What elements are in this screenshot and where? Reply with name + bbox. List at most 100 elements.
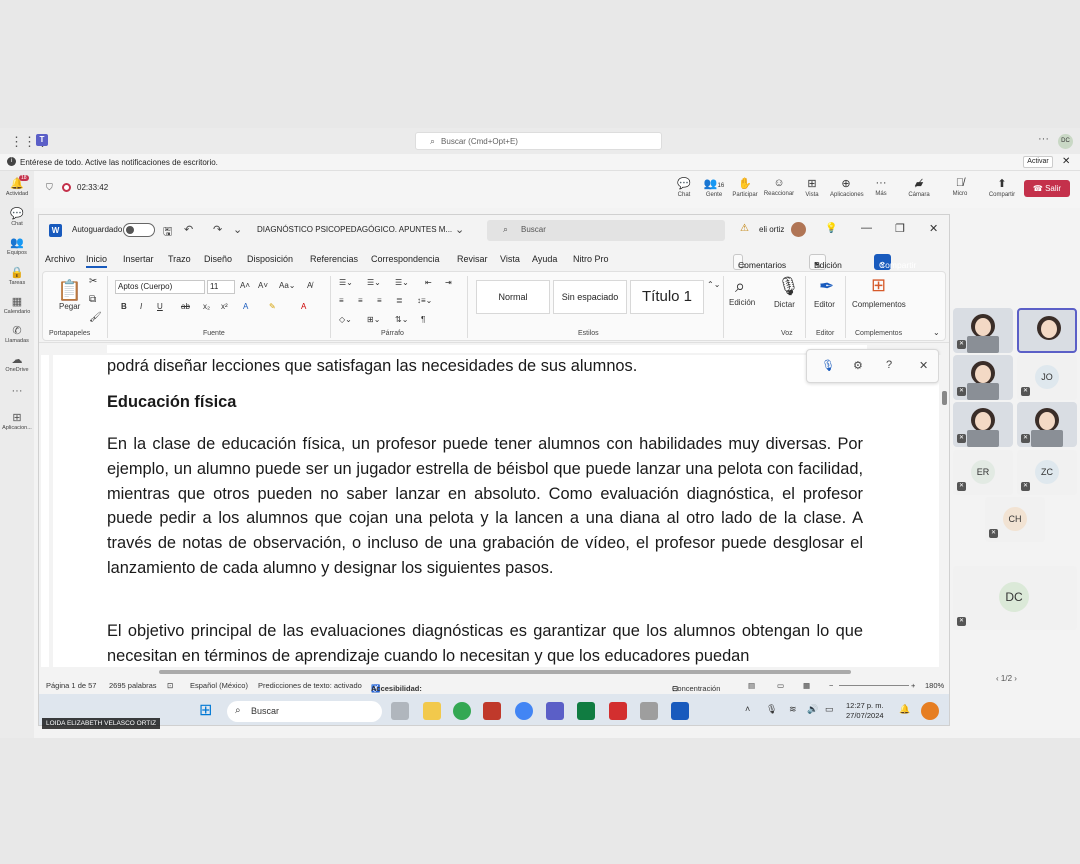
subscript-icon[interactable]: x₂ [203, 302, 210, 311]
pilcrow-icon[interactable]: ¶ [421, 315, 425, 324]
page-count[interactable]: Página 1 de 57 [46, 681, 96, 690]
more-options-icon[interactable]: ··· [1038, 133, 1049, 145]
font-size-select[interactable]: 11 [207, 280, 235, 294]
react-button[interactable]: ☺ Reaccionar [763, 177, 795, 197]
zoom-in-icon[interactable]: + [911, 681, 915, 690]
leave-button[interactable]: ☎ Salir [1024, 180, 1070, 197]
bullets-icon[interactable]: ☰⌄ [339, 278, 353, 287]
participant-tile[interactable]: ZC ✕ [1017, 450, 1077, 495]
editing-button[interactable]: Edición [729, 298, 755, 307]
close-icon[interactable]: ✕ [1062, 156, 1070, 167]
taskbar-search[interactable]: ⌕ Buscar [227, 701, 382, 722]
participant-video-tile-active[interactable] [1017, 308, 1077, 353]
minimize-icon[interactable]: — [861, 222, 872, 234]
editing-mode-button[interactable]: ✎ Edición ⌄ [809, 254, 842, 270]
user-name[interactable]: eli ortiz [759, 225, 784, 234]
tab-insertar[interactable]: Insertar [123, 254, 154, 264]
numbering-icon[interactable]: ☰⌄ [367, 278, 381, 287]
increase-indent-icon[interactable]: ⇥ [445, 278, 452, 287]
rail-item-onedrive[interactable]: ☁ OneDrive [0, 353, 34, 373]
participant-video-tile[interactable]: ✕ [953, 402, 1013, 447]
rail-item-apps[interactable]: ⊞ Aplicacion... [0, 411, 34, 431]
borders-icon[interactable]: ⊞⌄ [367, 315, 380, 324]
mcafee-icon[interactable] [483, 702, 501, 720]
profile-avatar[interactable]: DC [1058, 134, 1073, 149]
cut-icon[interactable]: ✂ [89, 276, 97, 287]
word-search-input[interactable]: ⌕ Buscar [487, 220, 725, 241]
add-ins-button[interactable]: Complementos [852, 300, 906, 309]
user-avatar[interactable] [791, 222, 806, 237]
notifications-icon[interactable]: 🔔 [899, 704, 910, 715]
rail-item-teams[interactable]: 👥 Equipos [0, 236, 34, 256]
raise-hand-button[interactable]: ✋ Participar [729, 177, 761, 198]
restore-icon[interactable]: ❐ [895, 222, 905, 235]
activate-button[interactable]: Activar [1023, 156, 1053, 168]
warning-icon[interactable]: ⚠ [740, 223, 749, 234]
tab-archivo[interactable]: Archivo [45, 254, 75, 264]
copy-icon[interactable]: ⧉ [89, 294, 96, 305]
tab-disposicion[interactable]: Disposición [247, 254, 293, 264]
bold-icon[interactable]: B [121, 302, 127, 311]
autosave-toggle[interactable] [123, 223, 155, 237]
microphone-icon[interactable]: 🎙 [766, 704, 777, 715]
volume-icon[interactable]: 🔊 [807, 704, 818, 715]
format-painter-icon[interactable]: 🖌 [89, 312, 102, 323]
rail-item-activity[interactable]: 🔔 18 Actividad [0, 175, 34, 197]
undo-icon[interactable]: ↶ [184, 223, 193, 236]
sort-icon[interactable]: ⇅⌄ [395, 315, 408, 324]
word-count[interactable]: 2695 palabras [109, 681, 157, 690]
tab-nitro-pro[interactable]: Nitro Pro [573, 254, 609, 264]
windows-start-icon[interactable]: ⊞ [199, 700, 217, 719]
grow-font-icon[interactable]: A˄ [240, 281, 250, 290]
microphone-icon[interactable]: 🎙 [821, 359, 835, 372]
chevron-down-icon[interactable]: ⌄ [455, 223, 464, 236]
multilevel-list-icon[interactable]: ☰⌄ [395, 278, 409, 287]
vertical-ruler[interactable] [39, 355, 51, 667]
web-layout-icon[interactable]: ▦ [803, 681, 810, 690]
superscript-icon[interactable]: x² [221, 302, 228, 311]
acrobat-icon[interactable] [609, 702, 627, 720]
style-normal[interactable]: Normal [476, 280, 550, 314]
language-status[interactable]: Español (México) [190, 681, 248, 690]
font-color-icon[interactable]: A [301, 302, 306, 311]
zoom-slider[interactable] [839, 685, 909, 686]
participant-video-tile[interactable]: ✕ [953, 308, 1013, 353]
highlight-icon[interactable]: ✎ [269, 302, 276, 311]
document-page[interactable]: podrá diseñar lecciones que satisfagan l… [53, 355, 939, 667]
save-icon[interactable]: 🖫 [163, 223, 172, 242]
underline-icon[interactable]: U [157, 302, 163, 311]
tab-referencias[interactable]: Referencias [310, 254, 358, 264]
widget-icon[interactable] [921, 702, 939, 720]
align-left-icon[interactable]: ≡ [339, 296, 344, 305]
change-case-icon[interactable]: Aa⌄ [279, 281, 296, 290]
share-button[interactable]: ⬆ Compartir [986, 177, 1018, 198]
close-icon[interactable]: ✕ [929, 222, 938, 235]
justify-icon[interactable]: ≣ [396, 296, 403, 305]
text-effects-icon[interactable]: A [243, 302, 248, 311]
chevron-up-icon[interactable]: ˄ [745, 704, 750, 714]
customize-toolbar-icon[interactable]: ⌄ [233, 223, 242, 236]
tab-inicio[interactable]: Inicio [86, 254, 108, 268]
settings-icon[interactable]: ⚙ [853, 359, 863, 372]
more-button[interactable]: ··· Más [865, 177, 897, 197]
horizontal-scrollbar[interactable] [53, 667, 939, 677]
participant-tile[interactable]: JO ✕ [1017, 355, 1077, 400]
participant-video-tile[interactable]: ✕ [1017, 402, 1077, 447]
paste-button[interactable]: Pegar [59, 302, 80, 311]
snipping-tool-icon[interactable] [640, 702, 658, 720]
self-view-tile[interactable]: DC ✕ [953, 566, 1077, 630]
system-clock[interactable]: 12:27 p. m. 27/07/2024 [846, 701, 884, 721]
comments-button[interactable]: ▭ Comentarios [733, 254, 786, 270]
tab-vista[interactable]: Vista [500, 254, 520, 264]
rail-item-chat[interactable]: 💬 Chat [0, 207, 34, 227]
read-mode-icon[interactable]: ▤ [748, 681, 755, 690]
shrink-font-icon[interactable]: A˅ [258, 281, 268, 290]
tab-diseno[interactable]: Diseño [204, 254, 232, 264]
redo-icon[interactable]: ↷ [213, 223, 222, 236]
people-button[interactable]: 👥16 Gente [698, 177, 730, 198]
style-heading-1[interactable]: Título 1 [630, 280, 704, 314]
text-predictions-status[interactable]: Predicciones de texto: activado [258, 681, 362, 690]
tab-revisar[interactable]: Revisar [457, 254, 488, 264]
battery-icon[interactable]: ▭ [825, 704, 834, 715]
teams-search-input[interactable]: ⌕ Buscar (Cmd+Opt+E) [415, 132, 662, 150]
